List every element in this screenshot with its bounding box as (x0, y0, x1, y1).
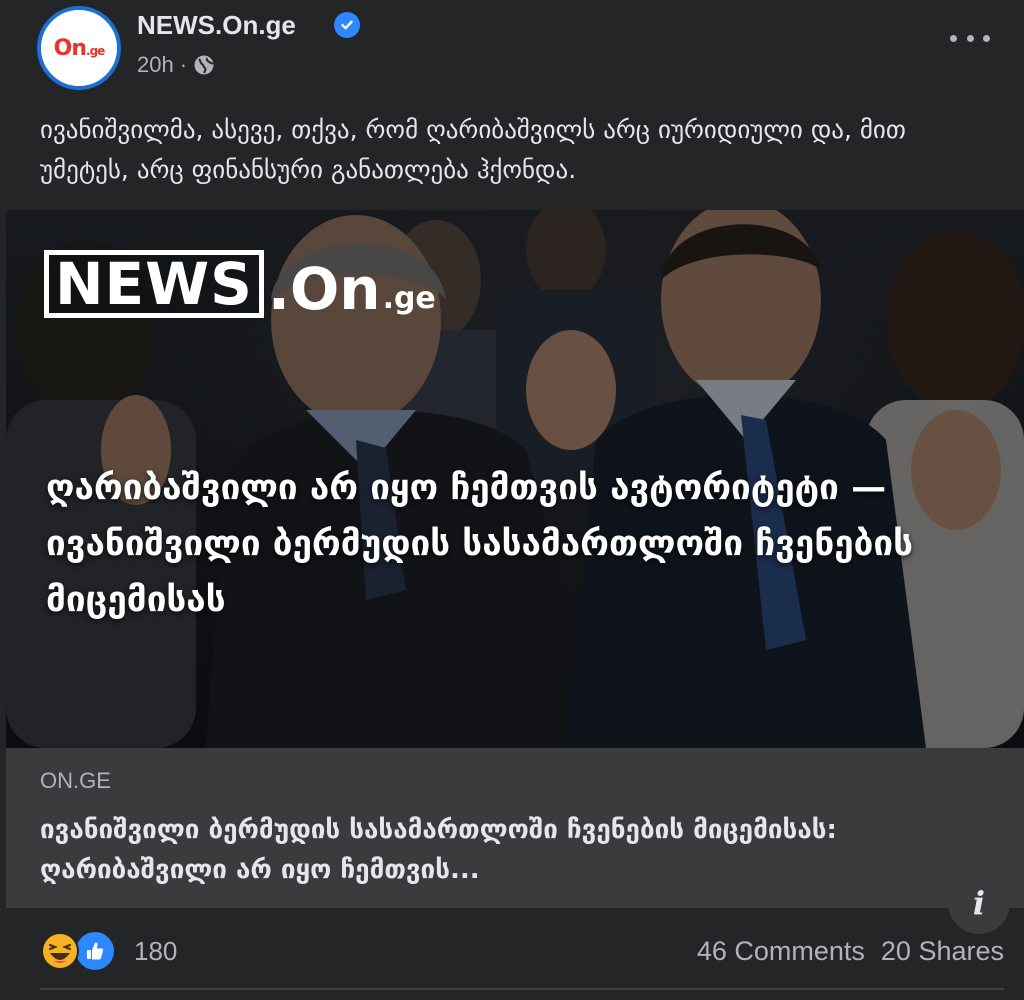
shares-link[interactable]: 20 Shares (881, 936, 1004, 967)
info-icon[interactable]: i (948, 872, 1010, 934)
link-preview[interactable]: i ON.GE ივანიშვილი ბერმუდის სასამართლოში… (6, 748, 1024, 934)
page-avatar[interactable]: On.ge (37, 6, 121, 90)
meta-separator: · (179, 52, 188, 77)
verified-icon (334, 12, 360, 38)
post-image[interactable]: NEWS .On .ge ღარიბაშვილი არ იყო ჩემთვის … (6, 210, 1024, 748)
link-domain: ON.GE (40, 768, 111, 793)
comments-link[interactable]: 46 Comments (697, 936, 865, 967)
like-icon (74, 930, 116, 972)
engagement-counts: 46 Comments 20 Shares (697, 936, 1004, 967)
post-footer: 180 46 Comments 20 Shares (0, 908, 1024, 994)
reaction-count: 180 (134, 935, 178, 966)
footer-divider (40, 988, 1004, 990)
more-options-icon[interactable] (950, 28, 990, 48)
haha-icon (40, 931, 80, 971)
post-text: ივანიშვილმა, ასევე, თქვა, რომ ღარიბაშვილ… (40, 115, 906, 184)
media-logo: NEWS .On .ge (44, 250, 436, 318)
post-header: On.ge NEWS.On.ge 20h · (0, 0, 1024, 100)
link-title[interactable]: ივანიშვილი ბერმუდის სასამართლოში ჩვენები… (40, 810, 960, 890)
page-name[interactable]: NEWS.On.ge (137, 10, 296, 41)
facebook-post: On.ge NEWS.On.ge 20h · ივანიშვილმა, ასევ… (0, 0, 1024, 1000)
image-headline: ღარიბაშვილი არ იყო ჩემთვის ავტორიტეტი — … (46, 468, 913, 620)
globe-icon[interactable] (193, 54, 215, 76)
reactions-summary[interactable]: 180 (40, 930, 177, 972)
post-meta: 20h · (137, 52, 215, 78)
post-time[interactable]: 20h (137, 52, 174, 78)
avatar-logo: On.ge (53, 35, 106, 61)
